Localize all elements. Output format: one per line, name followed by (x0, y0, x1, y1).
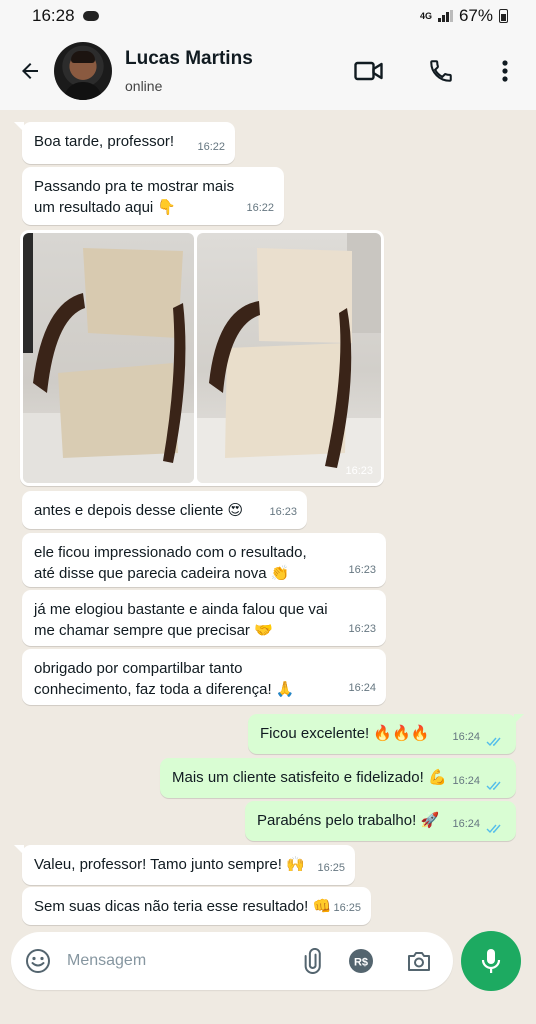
mic-button[interactable] (461, 931, 521, 991)
message-incoming[interactable]: ele ficou impressionado com o resultado,… (22, 533, 386, 587)
header-actions (354, 58, 536, 84)
back-arrow-icon[interactable] (16, 57, 44, 85)
message-text-line: obrigado por compartilbar tanto (34, 660, 243, 677)
video-call-icon[interactable] (354, 60, 384, 82)
message-time: 16:24 (452, 731, 480, 743)
phone-icon[interactable] (428, 58, 454, 84)
emoji-icon[interactable] (25, 948, 51, 974)
message-text: Valeu, professor! Tamo junto sempre! 🙌 (34, 856, 305, 873)
message-composer[interactable]: Mensagem R$ (11, 932, 453, 990)
message-text: Boa tarde, professor! (34, 133, 175, 150)
message-time: 16:25 (317, 862, 345, 874)
message-text-line: me chamar sempre que precisar 🤝 (34, 622, 273, 639)
message-time: 16:23 (348, 564, 376, 576)
status-time: 16:28 (32, 6, 75, 25)
more-options-icon[interactable] (502, 60, 508, 82)
message-time: 16:23 (345, 465, 373, 477)
svg-text:R$: R$ (354, 957, 368, 969)
message-time: 16:24 (452, 818, 480, 830)
message-text-line: ele ficou impressionado com o resultado, (34, 544, 307, 561)
photo-before[interactable] (23, 233, 194, 483)
message-time: 16:24 (348, 682, 376, 694)
status-bar: 16:28 4G 67% (0, 0, 536, 32)
photo-after[interactable]: 16:23 (197, 233, 381, 483)
message-time: 16:22 (197, 141, 225, 153)
message-time: 16:24 (452, 775, 480, 787)
contact-status: online (125, 78, 163, 94)
message-incoming[interactable]: obrigado por compartilbar tanto conhecim… (22, 649, 386, 705)
message-text-line: um resultado aqui 👇 (34, 199, 177, 216)
battery-percent: 67% (458, 6, 493, 25)
message-outgoing[interactable]: Parabéns pelo trabalho! 🚀 16:24 (245, 801, 516, 841)
message-list[interactable]: Boa tarde, professor! 16:22 Passando pra… (0, 110, 536, 930)
message-time: 16:23 (348, 623, 376, 635)
chat-header: Lucas Martins online (0, 32, 536, 110)
message-time: 16:23 (269, 506, 297, 518)
message-incoming[interactable]: Valeu, professor! Tamo junto sempre! 🙌 1… (14, 845, 355, 885)
message-text: Mais um cliente satisfeito e fidelizado!… (172, 769, 447, 786)
attach-icon[interactable] (300, 948, 324, 974)
status-right: 4G 67% (420, 6, 508, 26)
message-incoming[interactable]: Boa tarde, professor! 16:22 (14, 122, 235, 164)
message-text-line: Passando pra te mostrar mais (34, 178, 235, 195)
signal-icon (437, 10, 453, 22)
message-text-line: já me elogiou bastante e ainda falou que… (34, 601, 328, 618)
message-text: antes e depois desse cliente 😍 (34, 502, 244, 519)
battery-icon (499, 9, 508, 23)
mic-icon (481, 949, 501, 973)
message-text-line: até disse que parecia cadeira nova 👏 (34, 565, 290, 582)
message-incoming[interactable]: Passando pra te mostrar mais um resultad… (22, 167, 284, 225)
read-ticks-icon (486, 781, 501, 791)
message-outgoing[interactable]: Mais um cliente satisfeito e fidelizado!… (160, 758, 516, 798)
cloud-icon (82, 11, 99, 21)
message-time: 16:22 (246, 202, 274, 214)
payment-icon[interactable]: R$ (348, 948, 374, 974)
contact-info[interactable]: Lucas Martins online (125, 48, 253, 94)
message-input[interactable]: Mensagem (67, 952, 146, 970)
message-incoming[interactable]: já me elogiou bastante e ainda falou que… (22, 590, 386, 646)
read-ticks-icon (486, 737, 501, 747)
avatar[interactable] (54, 42, 112, 100)
message-text: Sem suas dicas não teria esse resultado!… (34, 898, 332, 915)
photo-album-message[interactable]: 16:23 (20, 230, 384, 486)
message-outgoing[interactable]: Ficou excelente! 🔥🔥🔥 16:24 (248, 714, 524, 754)
message-text-line: conhecimento, faz toda a diferença! 🙏 (34, 681, 295, 698)
network-type: 4G (419, 11, 432, 21)
message-time: 16:25 (333, 902, 361, 914)
message-text: Ficou excelente! 🔥🔥🔥 (260, 725, 430, 742)
message-text: Parabéns pelo trabalho! 🚀 (257, 812, 440, 829)
message-incoming[interactable]: Sem suas dicas não teria esse resultado!… (22, 887, 371, 925)
camera-icon[interactable] (406, 949, 432, 973)
read-ticks-icon (486, 824, 501, 834)
contact-name: Lucas Martins (125, 48, 253, 69)
message-incoming[interactable]: antes e depois desse cliente 😍 16:23 (22, 491, 307, 529)
